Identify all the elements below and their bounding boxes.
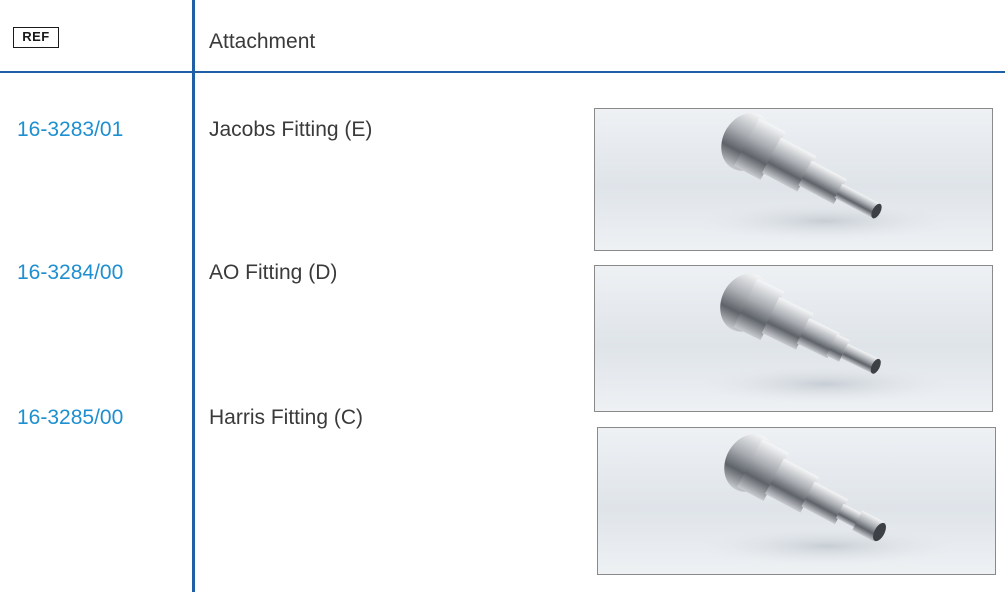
ref-code-jacobs: 16-3283/01 xyxy=(17,118,124,141)
jacobs-fitting-photo xyxy=(594,108,993,251)
attachment-column-header: Attachment xyxy=(209,30,316,53)
ref-symbol: REF xyxy=(13,27,59,48)
attachment-name-jacobs: Jacobs Fitting (E) xyxy=(209,118,373,141)
ref-code-harris: 16-3285/00 xyxy=(17,406,124,429)
harris-fitting-photo xyxy=(597,427,996,575)
attachment-name-ao: AO Fitting (D) xyxy=(209,261,338,284)
ref-code-ao: 16-3284/00 xyxy=(17,261,124,284)
column-divider-vertical xyxy=(192,0,195,592)
attachment-name-harris: Harris Fitting (C) xyxy=(209,406,364,429)
ao-fitting-photo xyxy=(594,265,993,412)
header-divider-horizontal xyxy=(0,71,1005,73)
